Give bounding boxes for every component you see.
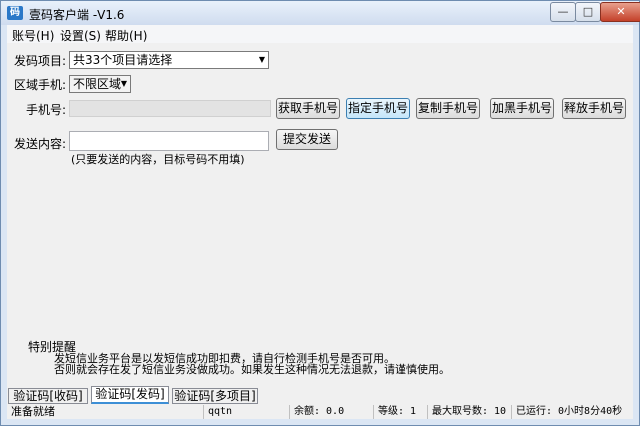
assign-phone-button[interactable]: 指定手机号 [346, 98, 410, 119]
blacklist-phone-button[interactable]: 加黑手机号 [490, 98, 554, 119]
chevron-down-icon: ▼ [120, 79, 127, 88]
status-ready: 准备就绪 [11, 405, 55, 418]
phone-number-field[interactable] [69, 100, 271, 117]
client-area: 账号(H) 设置(S) 帮助(H) 发码项目: 共33个项目请选择 ▼ 区域手机… [7, 25, 633, 419]
chevron-down-icon: ▼ [258, 55, 265, 64]
content-hint: (只要发送的内容，目标号码不用填) [71, 153, 245, 166]
menu-bar: 账号(H) 设置(S) 帮助(H) [7, 25, 633, 43]
status-user: qqtn [203, 405, 289, 419]
window-title: 壹码客户端 -V1.6 [29, 8, 125, 22]
region-select-value: 不限区域 [73, 77, 122, 91]
app-icon: 码 [7, 6, 23, 20]
tab-bar: 验证码[收码] 验证码[发码] 验证码[多项目] [7, 386, 633, 404]
tab-receive-code[interactable]: 验证码[收码] [8, 388, 88, 404]
content-label: 发送内容: [14, 137, 67, 151]
close-button[interactable]: ✕ [600, 2, 640, 22]
maximize-button[interactable]: □ [575, 2, 601, 22]
tab-send-code[interactable]: 验证码[发码] [91, 386, 169, 404]
project-select[interactable]: 共33个项目请选择 ▼ [69, 51, 269, 69]
get-phone-button[interactable]: 获取手机号 [276, 98, 340, 119]
project-select-value: 共33个项目请选择 [73, 53, 173, 67]
copy-phone-button[interactable]: 复制手机号 [416, 98, 480, 119]
status-max-phones: 最大取号数: 10 [427, 405, 511, 419]
status-balance: 余额: 0.0 [289, 405, 373, 419]
submit-send-button[interactable]: 提交发送 [276, 129, 338, 150]
menu-settings[interactable]: 设置(S) [60, 27, 101, 44]
menu-help[interactable]: 帮助(H) [105, 27, 147, 44]
status-bar: 准备就绪 qqtn 余额: 0.0 等级: 1 最大取号数: 10 已运行: 0… [7, 405, 633, 419]
content-input[interactable] [69, 131, 269, 151]
region-select[interactable]: 不限区域 ▼ [69, 75, 131, 93]
menu-account[interactable]: 账号(H) [12, 27, 54, 44]
minimize-button[interactable]: — [550, 2, 576, 22]
region-label: 区域手机: [14, 78, 67, 92]
notice-line-2: 否则就会存在发了短信业务没做成功。如果发生这种情况无法退款，请谨慎使用。 [54, 363, 450, 376]
app-window: 码 壹码客户端 -V1.6 — □ ✕ 账号(H) 设置(S) 帮助(H) 发码… [0, 0, 640, 426]
project-label: 发码项目: [14, 54, 67, 68]
release-phone-button[interactable]: 释放手机号 [562, 98, 626, 119]
status-level: 等级: 1 [373, 405, 427, 419]
title-bar: 码 壹码客户端 -V1.6 — □ ✕ [1, 1, 640, 25]
status-runtime: 已运行: 0小时8分40秒 [511, 405, 633, 419]
phone-label: 手机号: [26, 103, 67, 117]
tab-multi-project[interactable]: 验证码[多项目] [172, 388, 258, 404]
